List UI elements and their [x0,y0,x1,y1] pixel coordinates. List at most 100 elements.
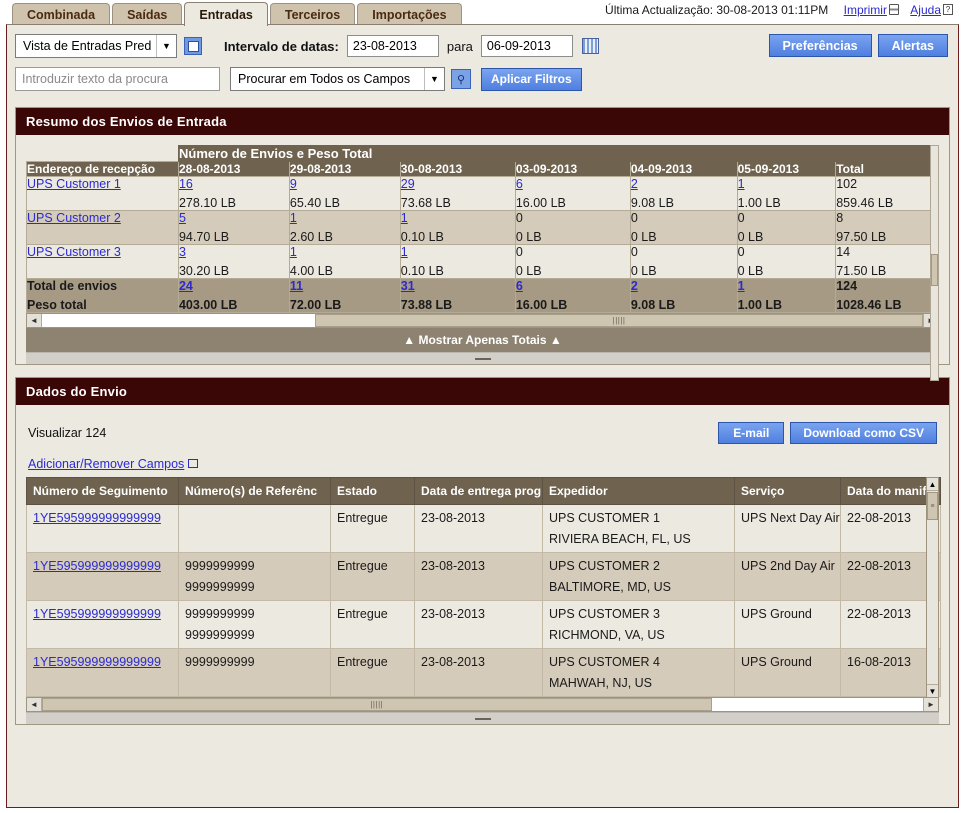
count-link[interactable]: 24 [179,279,193,293]
summary-col-date-5[interactable]: 05-09-2013 [736,161,837,177]
customer-link[interactable]: UPS Customer 1 [27,177,121,191]
date-from-input[interactable] [346,35,439,57]
scroll-down-arrow-icon[interactable]: ▼ [927,684,938,697]
summary-col-date-1[interactable]: 29-08-2013 [288,161,401,177]
scrollbar-track[interactable]: ||||| [42,698,923,711]
scrollbar-thumb[interactable] [931,253,938,286]
col-shipper[interactable]: Expedidor [542,477,735,505]
preferences-button[interactable]: Preferências [768,34,872,57]
scroll-left-arrow-icon[interactable]: ◄ [27,698,42,711]
count-link[interactable]: 1 [290,211,297,225]
cell-reference: 9999999999 9999999999 [178,600,331,649]
cell-status: Entregue [330,648,415,697]
shipment-vertical-scrollbar[interactable]: ▲ ≡ ▼ [926,477,939,698]
tab-label: Terceiros [284,7,341,22]
search-input[interactable] [15,67,220,91]
scrollbar-thumb[interactable]: ≡ [927,492,938,520]
summary-cell: 9 65.40 LB [288,176,401,211]
email-button[interactable]: E-mail [718,422,785,444]
count-value: 0 [515,245,523,259]
customer-link[interactable]: UPS Customer 2 [27,211,121,225]
table-row: 1YE595999999999999 9999999999 9999999999 … [26,600,941,649]
save-view-button[interactable] [184,37,202,55]
tracking-link[interactable]: 1YE595999999999999 [33,511,161,525]
calendar-icon[interactable] [581,38,599,54]
summary-horizontal-scrollbar[interactable]: ◄ ||||| ► [26,313,939,328]
alerts-button[interactable]: Alertas [877,34,948,57]
tab-terceiros[interactable]: Terceiros [269,3,356,25]
col-status[interactable]: Estado [330,477,415,505]
count-link[interactable]: 9 [290,177,297,191]
apply-filters-button[interactable]: Aplicar Filtros [481,67,582,91]
search-field-select[interactable]: Procurar em Todos os Campos ▼ [230,67,445,91]
scroll-up-arrow-icon[interactable]: ▲ [927,478,938,491]
scroll-left-arrow-icon[interactable]: ◄ [27,314,42,327]
count-link[interactable]: 31 [401,279,415,293]
col-tracking-number[interactable]: Número de Seguimento [26,477,179,505]
summary-row-name: UPS Customer 3 [26,244,179,279]
tab-importacoes[interactable]: Importações [357,3,462,25]
tab-combinada[interactable]: Combinada [12,3,111,25]
show-totals-only-button[interactable]: ▲ Mostrar Apenas Totais ▲ [26,328,939,352]
table-row: 1YE595999999999999 Entregue 23-08-2013 U… [26,504,941,553]
search-icon[interactable]: ⚲ [451,69,471,89]
count-value: 0 [515,211,523,225]
count-link[interactable]: 2 [631,177,638,191]
print-link[interactable]: Imprimir [844,3,887,17]
total-count: 8 [836,211,844,225]
download-csv-button[interactable]: Download como CSV [790,422,937,444]
summary-resize-handle[interactable] [26,352,939,364]
weight-value: 30.20 LB [178,264,230,278]
count-link[interactable]: 1 [738,177,745,191]
tab-saidas[interactable]: Saídas [112,3,183,25]
help-link[interactable]: Ajuda [910,3,941,17]
summary-col-date-4[interactable]: 04-09-2013 [629,161,738,177]
summary-grid-wrap: Número de Envios e Peso Total Endereço d… [26,145,940,381]
summary-col-address[interactable]: Endereço de recepção [26,161,179,177]
count-link[interactable]: 1 [401,245,408,259]
count-link[interactable]: 3 [179,245,186,259]
col-reference-numbers[interactable]: Número(s) de Referênc [178,477,331,505]
count-link[interactable]: 6 [516,177,523,191]
count-link[interactable]: 1 [738,279,745,293]
count-link[interactable]: 29 [401,177,415,191]
summary-super-header: Número de Envios e Peso Total [177,145,940,162]
shipment-horizontal-scrollbar[interactable]: ◄ ||||| ► [26,697,939,712]
summary-col-total[interactable]: Total [835,161,939,177]
count-link[interactable]: 1 [290,245,297,259]
summary-col-date-0[interactable]: 28-08-2013 [177,161,290,177]
filter-bar: Vista de Entradas Pred ▼ Intervalo de da… [7,25,958,103]
add-remove-fields-link[interactable]: Adicionar/Remover Campos [28,457,184,471]
reference-1: 9999999999 [185,559,255,573]
tab-entradas[interactable]: Entradas [184,2,268,26]
summary-cell: 5 94.70 LB [177,210,290,245]
count-link[interactable]: 6 [516,279,523,293]
reference-1: 9999999999 [185,607,255,621]
count-link[interactable]: 5 [179,211,186,225]
table-row: UPS Customer 2 5 94.70 LB 1 2.60 LB 1 0.10 … [26,210,939,245]
count-link[interactable]: 1 [401,211,408,225]
shipment-resize-handle[interactable] [26,712,939,724]
summary-col-date-3[interactable]: 03-09-2013 [514,161,631,177]
col-service[interactable]: Serviço [734,477,841,505]
date-to-input[interactable] [480,35,573,57]
cell-tracking: 1YE595999999999999 [26,648,179,697]
summary-col-date-2[interactable]: 30-08-2013 [399,161,516,177]
customer-link[interactable]: UPS Customer 3 [27,245,121,259]
count-link[interactable]: 11 [290,279,303,293]
tracking-link[interactable]: 1YE595999999999999 [33,607,161,621]
weight-value: 0.10 LB [400,264,444,278]
summary-vertical-scrollbar[interactable] [930,145,939,381]
view-select[interactable]: Vista de Entradas Pred ▼ [15,34,177,58]
scrollbar-thumb[interactable]: ||||| [42,698,712,711]
scroll-right-arrow-icon[interactable]: ► [923,698,938,711]
summary-cell-total: 14 71.50 LB [835,244,939,279]
scrollbar-track[interactable]: ||||| [42,314,923,327]
tracking-link[interactable]: 1YE595999999999999 [33,559,161,573]
col-delivery-date[interactable]: Data de entrega prog [414,477,543,505]
tracking-link[interactable]: 1YE595999999999999 [33,655,161,669]
count-value: 0 [630,211,638,225]
scrollbar-thumb[interactable]: ||||| [315,314,923,327]
count-link[interactable]: 16 [179,177,193,191]
count-link[interactable]: 2 [631,279,638,293]
